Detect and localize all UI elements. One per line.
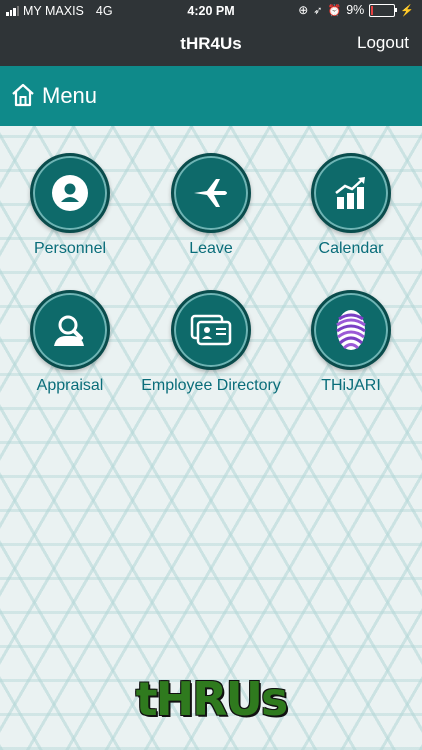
tile-calendar[interactable]: Calendar xyxy=(281,153,421,259)
menu-content: Personnel Leave Calendar Appraisal Emplo… xyxy=(0,126,422,750)
charging-icon: ⚡ xyxy=(400,4,414,17)
tile-thijari[interactable]: THiJARI xyxy=(281,290,421,396)
airplane-icon xyxy=(194,179,227,207)
tile-leave[interactable]: Leave xyxy=(141,153,281,259)
tile-appraisal[interactable]: Appraisal xyxy=(0,290,140,396)
tile-employee-directory[interactable]: Employee Directory xyxy=(141,290,281,396)
tile-label: Employee Directory xyxy=(141,377,281,394)
battery-icon xyxy=(369,3,398,17)
menu-header: Menu xyxy=(0,66,422,126)
location-icon: ➶ xyxy=(313,4,323,17)
home-icon[interactable] xyxy=(10,82,36,108)
tile-label: Leave xyxy=(189,240,233,257)
screen-lock-icon: ⊕ xyxy=(298,3,309,17)
thr4us-logo: tHRUs xyxy=(135,672,289,726)
nav-bar: tHR4Us Logout xyxy=(0,22,422,66)
status-bar: MY MAXIS 4G 4:20 PM ⊕ ➶ ⏰ 9% ⚡ xyxy=(0,0,422,22)
appraisal-icon xyxy=(54,315,84,346)
tile-personnel[interactable]: Personnel xyxy=(0,153,140,259)
chart-icon xyxy=(335,177,365,209)
fingerprint-icon xyxy=(336,310,366,350)
logout-button[interactable]: Logout xyxy=(357,33,409,53)
tile-label: THiJARI xyxy=(321,377,381,394)
person-icon xyxy=(52,175,88,211)
tile-label: Personnel xyxy=(33,240,107,257)
tile-label: Calendar xyxy=(318,240,384,257)
battery-percent: 9% xyxy=(346,3,365,17)
alarm-icon: ⏰ xyxy=(327,4,342,17)
tile-label: Appraisal xyxy=(36,377,104,394)
menu-title: Menu xyxy=(42,83,98,108)
id-card-icon xyxy=(190,314,232,346)
